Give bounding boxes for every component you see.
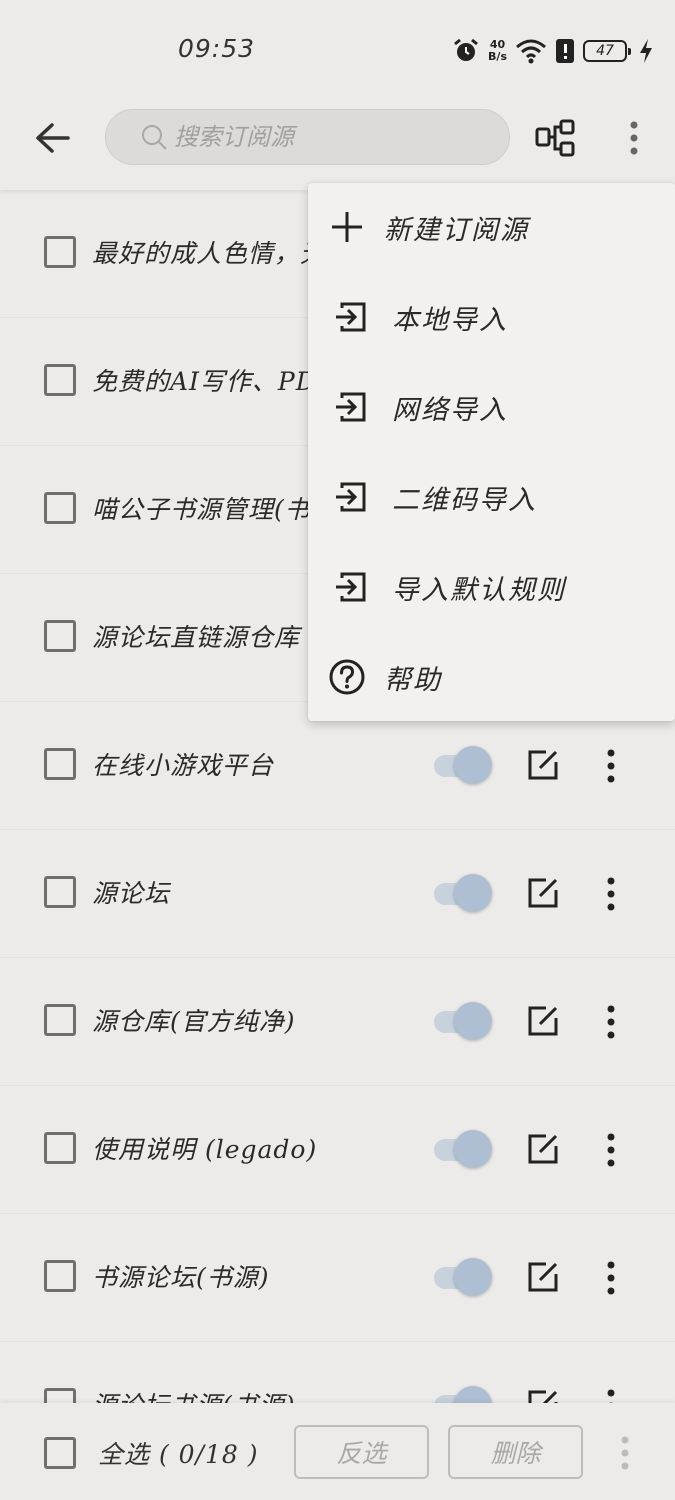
select-all-label: 全选 ( 0/18 ) [98,1440,259,1469]
menu-item-label: 帮助 [384,665,442,696]
switch-thumb [454,746,492,784]
back-arrow-icon[interactable] [30,118,76,158]
more-vert-icon[interactable] [620,118,648,158]
row-checkbox[interactable] [44,1132,76,1164]
select-all-checkbox[interactable] [44,1437,76,1469]
more-vert-icon[interactable] [598,1386,624,1403]
row-checkbox[interactable] [44,876,76,908]
source-name: 源论坛书源(书源) [92,1386,296,1403]
more-vert-icon[interactable] [598,1258,624,1298]
menu-item-label: 网络导入 [392,395,508,426]
menu-item-label: 新建订阅源 [384,215,529,246]
more-vert-icon[interactable] [598,874,624,914]
import-icon [336,482,366,512]
plus-icon [332,212,362,242]
row-checkbox[interactable] [44,492,76,524]
menu-item-import-default-rules[interactable]: 导入默认规则 [308,543,675,633]
menu-item-new-source[interactable]: 新建订阅源 [308,183,675,273]
menu-item-network-import[interactable]: 网络导入 [308,363,675,453]
wifi-icon [516,39,546,64]
enable-switch[interactable] [432,1130,492,1170]
menu-item-local-import[interactable]: 本地导入 [308,273,675,363]
edit-icon[interactable] [526,1260,560,1294]
help-icon [329,659,365,695]
menu-item-label: 本地导入 [392,305,508,336]
more-vert-icon[interactable] [598,1130,624,1170]
search-box[interactable] [105,109,510,165]
row-checkbox[interactable] [44,1004,76,1036]
overflow-menu: 新建订阅源 本地导入 网络导入 二维码导入 导入默认规则 帮助 [308,183,675,721]
source-row[interactable]: 源仓库(官方纯净) [0,958,675,1086]
source-row[interactable]: 源论坛书源(书源) [0,1342,675,1403]
enable-switch[interactable] [432,874,492,914]
source-name: 源论坛 [92,879,171,908]
menu-item-help[interactable]: 帮助 [308,633,675,723]
edit-icon[interactable] [526,1132,560,1166]
import-icon [336,392,366,422]
row-checkbox[interactable] [44,364,76,396]
menu-item-qr-import[interactable]: 二维码导入 [308,453,675,543]
row-checkbox[interactable] [44,1388,76,1403]
edit-icon[interactable] [526,876,560,910]
more-vert-icon[interactable] [612,1433,638,1473]
net-speed: 40 B/s [488,38,507,63]
source-row[interactable]: 书源论坛(书源) [0,1214,675,1342]
edit-icon[interactable] [526,1004,560,1038]
toolbar [0,100,675,190]
enable-switch[interactable] [432,1386,492,1403]
switch-thumb [454,1258,492,1296]
import-icon [336,302,366,332]
status-bar: 09:53 40 B/s 47 [0,0,675,100]
search-icon [142,125,167,150]
row-checkbox[interactable] [44,620,76,652]
battery-indicator: 47 [583,40,631,62]
import-icon [336,572,366,602]
switch-thumb [454,1002,492,1040]
source-name: 书源论坛(书源) [92,1263,270,1292]
switch-thumb [454,1130,492,1168]
group-icon[interactable] [534,118,576,158]
source-name: 源仓库(官方纯净) [92,1007,296,1036]
status-time: 09:53 [178,34,256,63]
switch-thumb [454,1386,492,1403]
edit-icon[interactable] [526,748,560,782]
source-row[interactable]: 使用说明 (legado) [0,1086,675,1214]
delete-button[interactable]: 删除 [448,1425,583,1479]
more-vert-icon[interactable] [598,746,624,786]
invert-selection-button[interactable]: 反选 [294,1425,429,1479]
switch-thumb [454,874,492,912]
source-row[interactable]: 源论坛 [0,830,675,958]
source-name: 使用说明 (legado) [92,1135,318,1164]
source-name: 免费的AI写作、PDF [92,367,336,396]
status-icons: 40 B/s 47 [452,34,653,68]
charging-icon [640,39,652,63]
row-checkbox[interactable] [44,748,76,780]
source-name: 源论坛直链源仓库 [92,623,301,652]
enable-switch[interactable] [432,746,492,786]
edit-icon[interactable] [526,1388,560,1403]
bottom-action-bar: 全选 ( 0/18 ) 反选 删除 [0,1403,675,1500]
source-name: 喵公子书源管理(书 [92,495,311,524]
enable-switch[interactable] [432,1002,492,1042]
menu-item-label: 导入默认规则 [392,575,566,606]
sim-alert-icon [556,39,574,63]
menu-item-label: 二维码导入 [392,485,537,516]
source-name: 在线小游戏平台 [92,751,275,780]
search-input[interactable] [174,123,474,151]
row-checkbox[interactable] [44,1260,76,1292]
row-checkbox[interactable] [44,236,76,268]
more-vert-icon[interactable] [598,1002,624,1042]
source-name: 最好的成人色情，无 [92,239,327,268]
alarm-icon [454,38,478,61]
enable-switch[interactable] [432,1258,492,1298]
